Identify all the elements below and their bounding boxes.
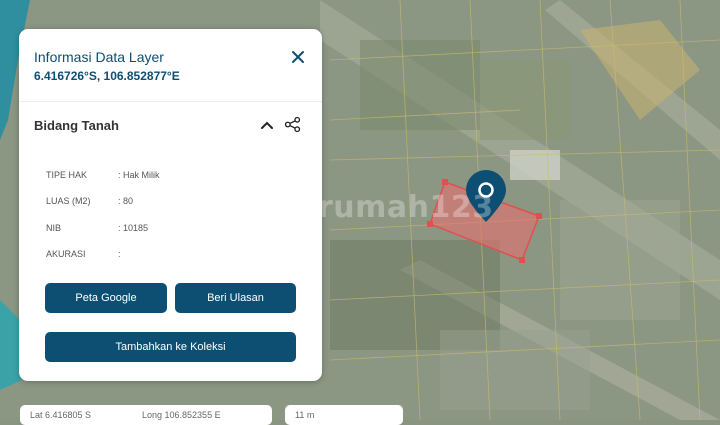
panel-title: Informasi Data Layer — [34, 49, 164, 65]
longitude-readout: Long 106.852355 E — [142, 410, 221, 420]
attribute-key: TIPE HAK — [46, 170, 88, 180]
panel-coordinates: 6.416726°S, 106.852877°E — [34, 69, 180, 83]
attribute-value: : 80 — [118, 196, 134, 206]
scale-value: 11 m — [295, 410, 315, 420]
panel-divider — [19, 101, 322, 102]
attribute-value: : 10185 — [118, 223, 149, 233]
attribute-row: NIB : 10185 — [46, 223, 148, 233]
map-watermark: rumah123 — [318, 190, 494, 225]
share-icon[interactable] — [284, 116, 301, 133]
attribute-key: AKURASI — [46, 249, 86, 259]
attribute-row: LUAS (M2) : 80 — [46, 196, 133, 206]
info-panel: Informasi Data Layer 6.416726°S, 106.852… — [19, 29, 322, 381]
chevron-up-icon[interactable] — [260, 118, 274, 132]
attribute-key: NIB — [46, 223, 62, 233]
section-title: Bidang Tanah — [34, 118, 119, 133]
attribute-key: LUAS (M2) — [46, 196, 91, 206]
add-to-collection-button[interactable]: Tambahkan ke Koleksi — [45, 332, 296, 362]
google-maps-button[interactable]: Peta Google — [45, 283, 167, 313]
review-button[interactable]: Beri Ulasan — [175, 283, 296, 313]
attribute-row: TIPE HAK : Hak Milik — [46, 170, 160, 180]
attribute-value: : — [118, 249, 121, 259]
coordinate-readout: Lat 6.416805 S Long 106.852355 E — [20, 405, 272, 425]
attribute-row: AKURASI: — [46, 249, 121, 259]
close-icon[interactable] — [290, 49, 306, 65]
attribute-value: : Hak Milik — [118, 170, 160, 180]
scale-readout: 11 m — [285, 405, 403, 425]
latitude-readout: Lat 6.416805 S — [30, 410, 92, 420]
